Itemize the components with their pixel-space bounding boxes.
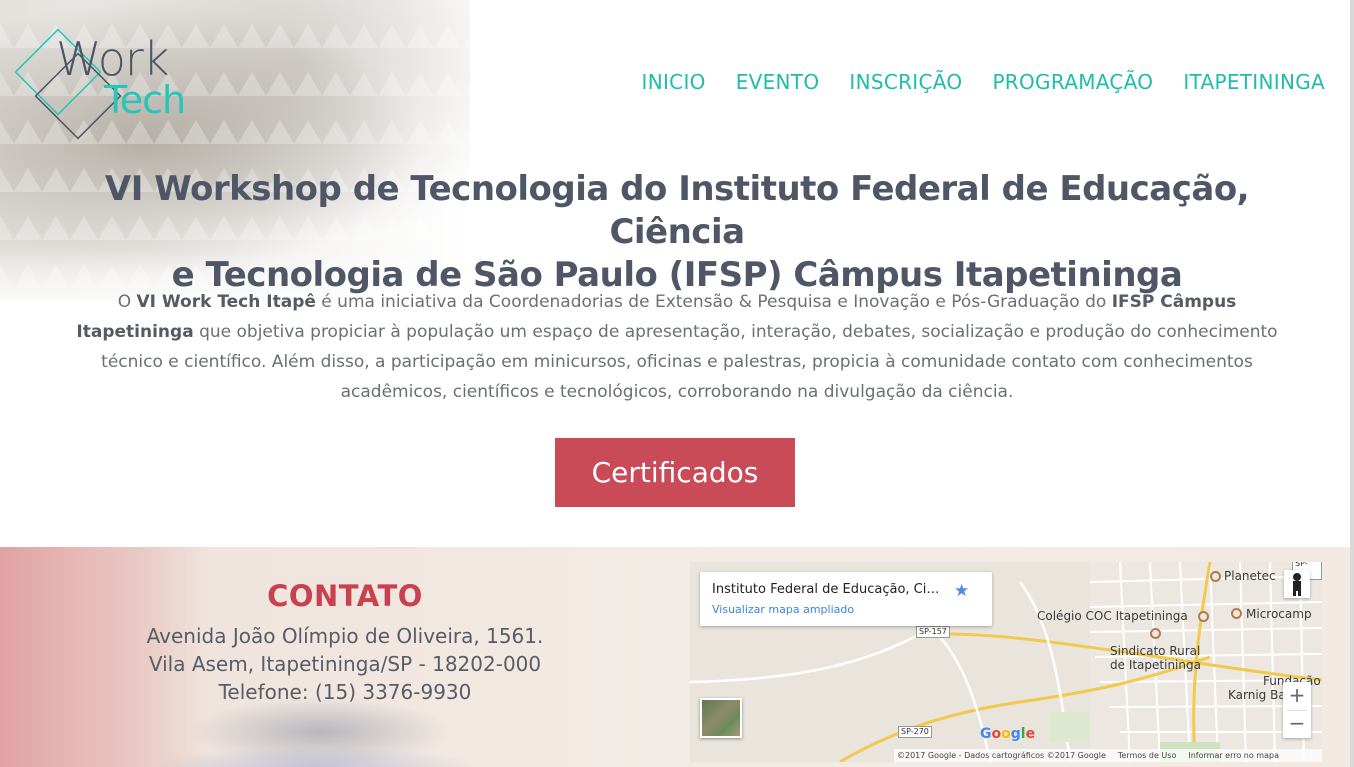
map-report-link[interactable]: Informar erro no mapa xyxy=(1188,749,1279,762)
map-footer: ©2017 Google - Dados cartográficos ©2017… xyxy=(894,749,1322,762)
hero-section: Work Tech INICIO EVENTO INSCRIÇÃO PROGRA… xyxy=(0,0,1354,547)
poi-label-sindicato-line-1[interactable]: Sindicato Rural xyxy=(1110,644,1200,658)
poi-pin-icon[interactable] xyxy=(1231,608,1242,619)
poi-label-planetec[interactable]: Planetec xyxy=(1224,569,1276,583)
logo-word-tech: Tech xyxy=(104,78,186,122)
embedded-map[interactable]: SP-157 SP-270 SP-268 Planetec Colégio CO… xyxy=(690,562,1322,762)
map-zoom-control: + − xyxy=(1283,682,1311,738)
satellite-toggle-button[interactable] xyxy=(700,698,742,738)
zoom-separator xyxy=(1287,710,1307,711)
pegman-icon[interactable] xyxy=(1284,570,1310,598)
page-title-line-1: VI Workshop de Tecnologia do Instituto F… xyxy=(104,169,1250,252)
poi-label-microcamp[interactable]: Microcamp xyxy=(1246,607,1312,621)
map-copyright: ©2017 Google - Dados cartográficos ©2017… xyxy=(897,751,1106,760)
map-place-title: Instituto Federal de Educação, Ciên... xyxy=(712,582,944,597)
map-terms-link[interactable]: Termos de Uso xyxy=(1118,749,1176,762)
map-place-card: Instituto Federal de Educação, Ciên... V… xyxy=(700,572,992,626)
site-logo[interactable]: Work Tech xyxy=(14,28,214,140)
event-description: O VI Work Tech Itapê é uma iniciativa da… xyxy=(70,287,1284,407)
scrollbar[interactable] xyxy=(1350,0,1354,767)
zoom-in-button[interactable]: + xyxy=(1283,682,1311,710)
nav-item-programacao[interactable]: PROGRAMAÇÃO xyxy=(992,70,1153,94)
nav-item-evento[interactable]: EVENTO xyxy=(736,70,820,94)
desc-strong-event: VI Work Tech Itapê xyxy=(136,292,316,312)
page-title: VI Workshop de Tecnologia do Instituto F… xyxy=(40,168,1314,297)
nav-item-itapetininga[interactable]: ITAPETININGA xyxy=(1183,70,1325,94)
desc-text-2: é uma iniciativa da Coordenadorias de Ex… xyxy=(315,292,1112,312)
poi-pin-icon[interactable] xyxy=(1150,628,1161,639)
poi-label-sindicato-line-2[interactable]: de Itapetininga xyxy=(1110,658,1201,672)
desc-text-3: que objetiva propiciar à população um es… xyxy=(101,322,1278,402)
contact-address-line-2: Vila Asem, Itapetininga/SP - 18202-000 xyxy=(148,652,542,676)
road-shield-sp157: SP-157 xyxy=(916,626,950,638)
zoom-out-button[interactable]: − xyxy=(1283,710,1311,738)
certificados-button[interactable]: Certificados xyxy=(555,438,795,507)
google-logo: Google xyxy=(980,726,1036,742)
main-nav: INICIO EVENTO INSCRIÇÃO PROGRAMAÇÃO ITAP… xyxy=(642,70,1325,94)
save-star-icon[interactable]: ★ xyxy=(954,581,969,601)
nav-item-inicio[interactable]: INICIO xyxy=(642,70,706,94)
contact-address-line-1: Avenida João Olímpio de Oliveira, 1561. xyxy=(146,624,544,648)
view-larger-map-link[interactable]: Visualizar mapa ampliado xyxy=(712,603,854,616)
desc-text-1: O xyxy=(117,292,137,312)
contact-title: CONTATO xyxy=(267,579,423,613)
nav-item-inscricao[interactable]: INSCRIÇÃO xyxy=(849,70,962,94)
poi-pin-icon[interactable] xyxy=(1198,611,1209,622)
poi-pin-icon[interactable] xyxy=(1210,571,1221,582)
contact-phone: Telefone: (15) 3376-9930 xyxy=(218,680,472,704)
poi-label-coc[interactable]: Colégio COC Itapetininga xyxy=(1037,609,1188,623)
pegman-figure-icon xyxy=(1293,573,1301,596)
road-shield-sp270: SP-270 xyxy=(898,726,932,738)
